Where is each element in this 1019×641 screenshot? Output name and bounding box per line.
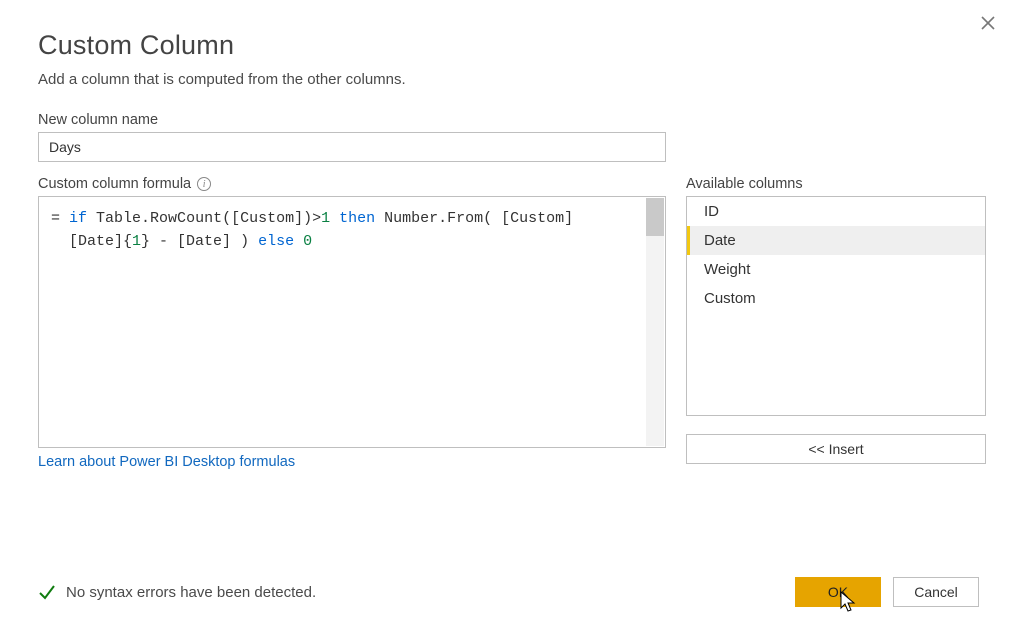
formula-kw-else: else [258,233,294,250]
new-column-name-label-text: New column name [38,112,158,128]
new-column-name-input[interactable] [38,132,666,162]
formula-num2: 1 [132,233,141,250]
formula-line2a: [Date]{ [69,233,132,250]
checkmark-icon [38,583,56,601]
status-text: No syntax errors have been detected. [66,584,316,601]
list-item[interactable]: ID [687,197,985,226]
formula-sp1 [330,210,339,227]
custom-column-dialog: Custom Column Add a column that is compu… [0,0,1019,641]
formula-label: Custom column formula i [38,176,666,192]
insert-button-label: << Insert [808,441,863,457]
cancel-button[interactable]: Cancel [893,577,979,607]
formula-scrollbar-thumb[interactable] [646,198,664,236]
formula-eq: = [51,210,60,227]
status-bar: No syntax errors have been detected. [38,583,316,601]
formula-seg1: Table.RowCount([Custom])> [87,210,321,227]
formula-kw-if: if [69,210,87,227]
dialog-title: Custom Column [38,30,979,61]
formula-sp2 [294,233,303,250]
insert-button[interactable]: << Insert [686,434,986,464]
available-columns-label-text: Available columns [686,176,803,192]
formula-label-text: Custom column formula [38,176,191,192]
list-item[interactable]: Date [687,226,985,255]
list-item[interactable]: Weight [687,255,985,284]
formula-num3: 0 [303,233,312,250]
learn-formulas-link[interactable]: Learn about Power BI Desktop formulas [38,454,295,470]
formula-line2b: } - [Date] ) [141,233,258,250]
formula-kw-then: then [339,210,375,227]
info-icon[interactable]: i [197,177,211,191]
new-column-name-label: New column name [38,112,979,128]
dialog-subtitle: Add a column that is computed from the o… [38,71,979,88]
ok-button-label: OK [828,584,848,600]
formula-num1: 1 [321,210,330,227]
formula-seg2: Number.From( [Custom] [375,210,573,227]
close-icon[interactable] [973,10,1003,38]
formula-scrollbar[interactable] [646,198,664,446]
formula-editor[interactable]: = if Table.RowCount([Custom])>1 then Num… [38,196,666,448]
available-columns-list[interactable]: IDDateWeightCustom [686,196,986,416]
ok-button[interactable]: OK [795,577,881,607]
available-columns-label: Available columns [686,176,986,192]
cancel-button-label: Cancel [914,584,958,600]
list-item[interactable]: Custom [687,284,985,313]
